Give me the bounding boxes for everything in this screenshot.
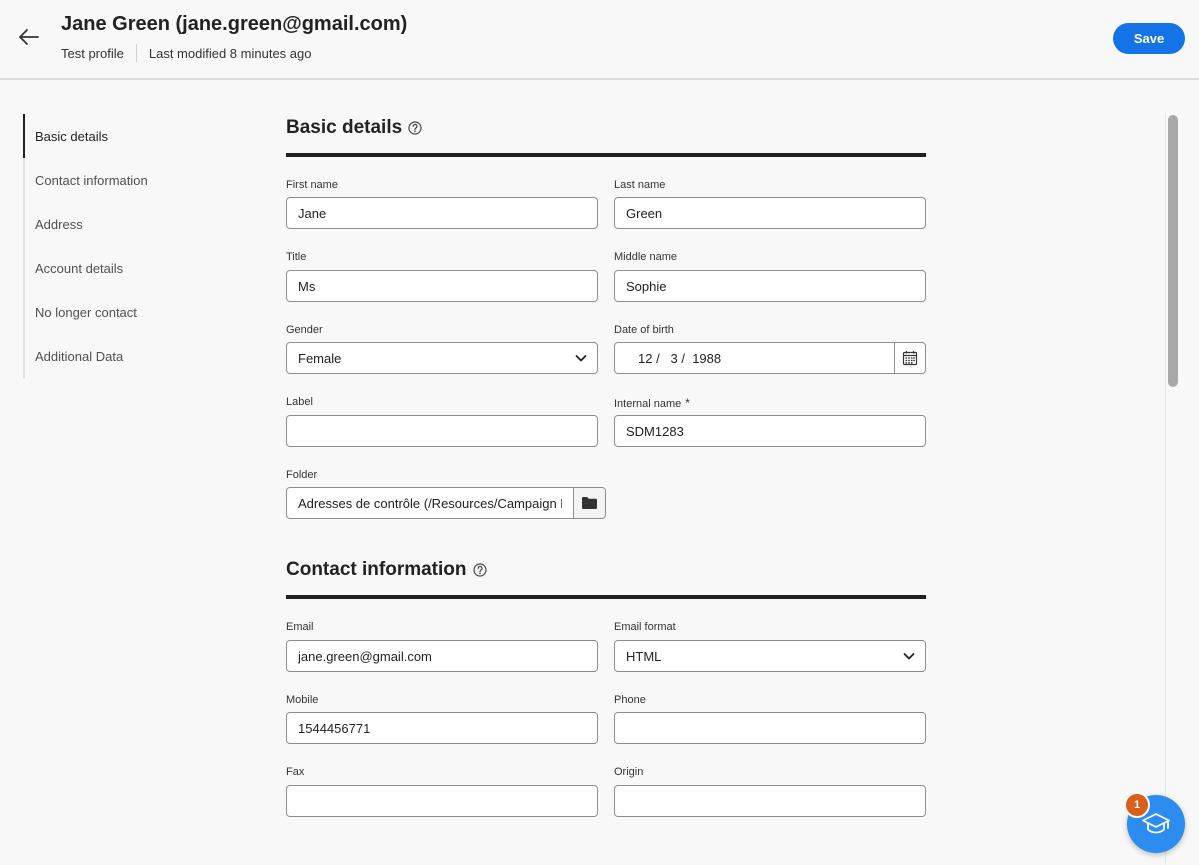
nav-item-address[interactable]: Address — [25, 202, 223, 246]
help-circle-icon[interactable] — [408, 121, 422, 135]
calendar-icon — [902, 351, 918, 366]
gender-select[interactable]: Female — [286, 342, 598, 374]
last-name-label: Last name — [614, 179, 666, 191]
chevron-down-icon — [575, 355, 587, 362]
fax-field[interactable] — [286, 785, 598, 817]
folder-picker-button[interactable] — [573, 487, 606, 519]
calendar-button[interactable] — [894, 343, 925, 373]
mobile-field[interactable] — [286, 712, 598, 744]
basic-details-title: Basic details — [286, 117, 403, 138]
last-name-input[interactable] — [626, 205, 914, 221]
folder-icon — [582, 497, 597, 509]
folder-value: Adresses de contrôle (/Resources/Campaig… — [298, 495, 562, 511]
fax-label: Fax — [286, 766, 305, 778]
date-of-birth-field[interactable]: 12 / 3 / 1988 — [614, 342, 926, 374]
arrow-left-icon — [19, 29, 39, 45]
internal-name-label-text: Internal name — [614, 398, 682, 410]
profile-type: Test profile — [61, 45, 124, 61]
content-scrollbar[interactable] — [1165, 113, 1181, 865]
label-field[interactable] — [286, 415, 598, 447]
label-field-label: Label — [286, 396, 313, 408]
internal-name-input[interactable] — [626, 423, 914, 439]
email-format-select[interactable]: HTML — [614, 640, 926, 672]
mobile-input[interactable] — [298, 720, 586, 736]
email-label: Email — [286, 621, 314, 633]
basic-details-heading: Basic details — [286, 117, 422, 139]
required-asterisk: * — [685, 396, 690, 410]
first-name-input[interactable] — [298, 205, 586, 221]
header-subline: Test profile Last modified 8 minutes ago — [61, 44, 311, 62]
contact-information-title: Contact information — [286, 559, 467, 580]
last-name-field[interactable] — [614, 197, 926, 229]
nav-item-additional-data[interactable]: Additional Data — [25, 334, 223, 378]
page-title: Jane Green (jane.green@gmail.com) — [61, 13, 408, 35]
section-nav: Basic details Contact information Addres… — [23, 114, 223, 378]
contact-information-rule — [286, 595, 926, 599]
fax-input[interactable] — [298, 793, 586, 809]
internal-name-label: Internal name * — [614, 396, 690, 410]
middle-name-input[interactable] — [626, 278, 914, 294]
save-button[interactable]: Save — [1113, 23, 1185, 54]
last-modified: Last modified 8 minutes ago — [148, 45, 312, 61]
phone-field[interactable] — [614, 712, 926, 744]
nav-item-no-longer-contact[interactable]: No longer contact — [25, 290, 223, 334]
date-of-birth-value[interactable]: 12 / 3 / 1988 — [638, 351, 721, 366]
contact-information-heading: Contact information — [286, 559, 487, 581]
middle-name-label: Middle name — [614, 251, 677, 263]
subline-divider — [135, 44, 137, 62]
help-circle-icon[interactable] — [472, 563, 487, 577]
chevron-down-icon — [903, 653, 915, 660]
date-of-birth-label: Date of birth — [614, 324, 674, 336]
first-name-label: First name — [286, 179, 338, 191]
scrollbar-track — [1165, 113, 1166, 865]
title-field[interactable] — [286, 270, 598, 302]
basic-details-rule — [286, 153, 926, 157]
email-field[interactable] — [286, 640, 598, 672]
gender-label: Gender — [286, 324, 323, 336]
internal-name-field[interactable] — [614, 415, 926, 447]
gender-value: Female — [298, 350, 342, 366]
nav-item-basic-details[interactable]: Basic details — [23, 114, 223, 158]
origin-label: Origin — [614, 766, 644, 778]
notification-badge: 1 — [1124, 792, 1150, 818]
origin-input[interactable] — [626, 793, 914, 809]
email-input[interactable] — [298, 648, 586, 664]
title-label: Title — [286, 251, 307, 263]
first-name-field[interactable] — [286, 197, 598, 229]
page-header: Jane Green (jane.green@gmail.com) Test p… — [0, 0, 1199, 80]
back-button[interactable] — [14, 22, 44, 52]
label-input[interactable] — [298, 423, 586, 439]
phone-input[interactable] — [626, 720, 914, 736]
email-format-label: Email format — [614, 621, 676, 633]
nav-item-account-details[interactable]: Account details — [25, 246, 223, 290]
mobile-label: Mobile — [286, 694, 319, 706]
folder-field[interactable]: Adresses de contrôle (/Resources/Campaig… — [286, 487, 574, 519]
email-format-value: HTML — [626, 648, 662, 664]
middle-name-field[interactable] — [614, 270, 926, 302]
scrollbar-thumb[interactable] — [1168, 115, 1178, 387]
origin-field[interactable] — [614, 785, 926, 817]
phone-label: Phone — [614, 694, 646, 706]
title-input[interactable] — [298, 278, 586, 294]
folder-label: Folder — [286, 469, 318, 481]
graduation-cap-icon — [1142, 813, 1170, 834]
nav-item-contact-information[interactable]: Contact information — [25, 158, 223, 202]
